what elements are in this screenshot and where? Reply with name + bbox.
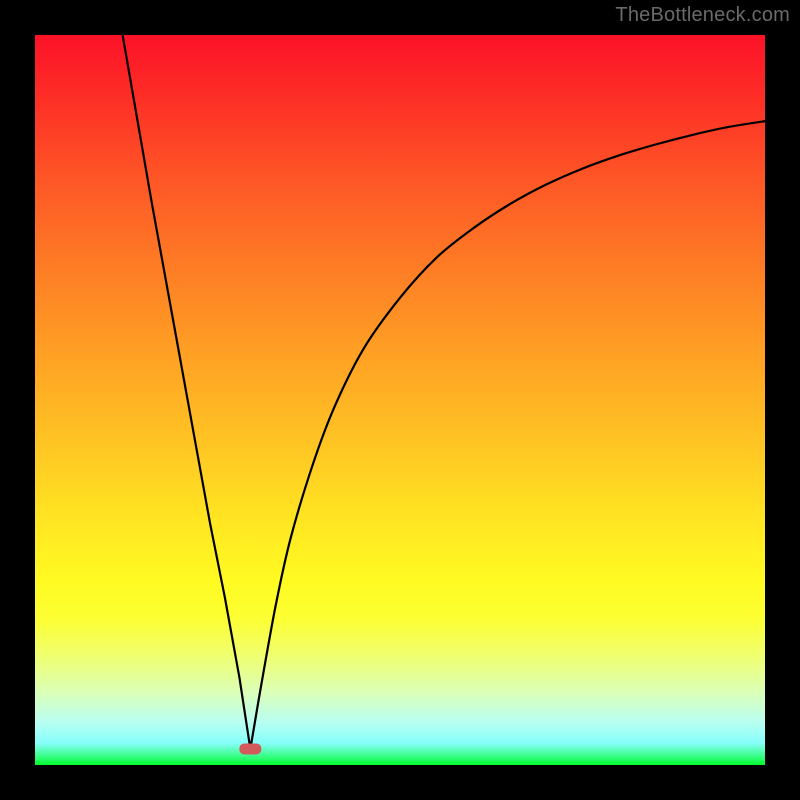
curve-left-branch [123, 35, 251, 749]
curve-svg [35, 35, 765, 765]
minimum-marker [239, 743, 261, 754]
watermark-text: TheBottleneck.com [615, 4, 790, 27]
plot-area [35, 35, 765, 765]
curve-right-branch [250, 121, 765, 749]
chart-frame: TheBottleneck.com [0, 0, 800, 800]
curve-group [123, 35, 765, 754]
